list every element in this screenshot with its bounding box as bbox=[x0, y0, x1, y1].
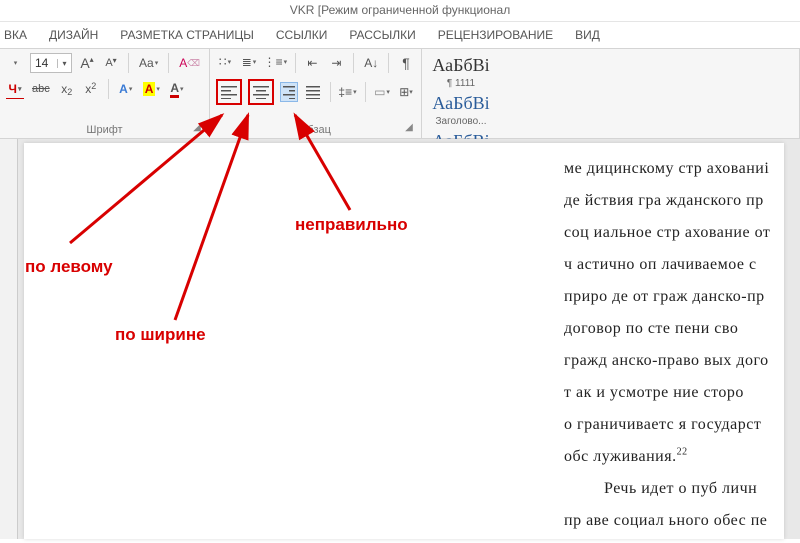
strikethrough-button[interactable]: abc bbox=[30, 79, 52, 99]
paragraph-dialog-launcher[interactable]: ◢ bbox=[403, 122, 415, 134]
shrink-font-button[interactable]: A▾ bbox=[102, 53, 120, 73]
title-bar: VKR [Режим ограниченной функционал bbox=[0, 0, 800, 22]
tab-vka[interactable]: ВКА bbox=[4, 28, 27, 42]
font-color-button[interactable]: A▾ bbox=[168, 79, 186, 99]
highlight-box-left bbox=[216, 79, 242, 105]
bullets-button[interactable]: ∷▾ bbox=[216, 53, 234, 73]
document-text: ме дицинскому стр ахованиі де йствия гра… bbox=[564, 153, 800, 537]
grow-font-button[interactable]: A▴ bbox=[78, 53, 96, 73]
shading-button[interactable]: ▭▾ bbox=[373, 82, 391, 102]
tab-page-layout[interactable]: РАЗМЕТКА СТРАНИЦЫ bbox=[120, 28, 254, 42]
tab-design[interactable]: ДИЗАЙН bbox=[49, 28, 98, 42]
highlight-button[interactable]: A▾ bbox=[141, 79, 162, 99]
show-paragraph-marks-button[interactable]: ¶ bbox=[397, 53, 415, 73]
ribbon: ▾ 14 ▾ A▴ A▾ Aa▾ A⌫ Ч▾ abc x2 x2 A▾ A▾ bbox=[0, 49, 800, 139]
group-paragraph: ∷▾ ≣▾ ⋮≡▾ ⇤ ⇥ A↓ ¶ bbox=[210, 49, 422, 138]
tab-view[interactable]: ВИД bbox=[575, 28, 600, 42]
line-spacing-button[interactable]: ‡≡▾ bbox=[339, 82, 357, 102]
borders-button[interactable]: ⊞▾ bbox=[397, 82, 415, 102]
align-justify-button[interactable] bbox=[304, 82, 322, 102]
increase-indent-button[interactable]: ⇥ bbox=[327, 53, 345, 73]
align-right-button[interactable] bbox=[280, 82, 298, 102]
group-font: ▾ 14 ▾ A▴ A▾ Aa▾ A⌫ Ч▾ abc x2 x2 A▾ A▾ bbox=[0, 49, 210, 138]
align-justify-icon bbox=[306, 85, 320, 99]
chevron-down-icon[interactable]: ▾ bbox=[57, 59, 71, 68]
decrease-indent-button[interactable]: ⇤ bbox=[303, 53, 321, 73]
align-left-icon bbox=[221, 85, 237, 99]
group-label-font: Шрифт ◢ bbox=[6, 122, 203, 136]
style-heading1[interactable]: АаБбВі Заголово... bbox=[426, 91, 496, 129]
superscript-button[interactable]: x2 bbox=[82, 79, 100, 99]
document-area: ме дицинскому стр ахованиі де йствия гра… bbox=[0, 139, 800, 539]
font-size-combo[interactable]: 14 ▾ bbox=[30, 53, 72, 73]
tab-mailings[interactable]: РАССЫЛКИ bbox=[349, 28, 415, 42]
tab-references[interactable]: ССЫЛКИ bbox=[276, 28, 327, 42]
underline-button[interactable]: Ч▾ bbox=[6, 79, 24, 99]
sort-button[interactable]: A↓ bbox=[362, 53, 380, 73]
group-label-paragraph: Абзац ◢ bbox=[216, 122, 415, 136]
font-dialog-launcher[interactable]: ◢ bbox=[191, 122, 203, 134]
page[interactable]: ме дицинскому стр ахованиі де йствия гра… bbox=[24, 143, 784, 539]
group-styles: АаБбВі ¶ 1111 АаБбВі Заголово... АаБбВі … bbox=[422, 49, 800, 138]
align-center-icon bbox=[253, 85, 269, 99]
ribbon-tabs: ВКА ДИЗАЙН РАЗМЕТКА СТРАНИЦЫ ССЫЛКИ РАСС… bbox=[0, 22, 800, 49]
window-title: VKR [Режим ограниченной функционал bbox=[290, 3, 510, 17]
style-1111[interactable]: АаБбВі ¶ 1111 bbox=[426, 53, 496, 91]
text-effects-button[interactable]: A▾ bbox=[117, 79, 135, 99]
font-size-value[interactable]: 14 bbox=[31, 56, 57, 70]
align-left-button[interactable] bbox=[219, 82, 239, 102]
highlight-box-justify bbox=[248, 79, 274, 105]
align-right-icon bbox=[283, 85, 295, 99]
change-case-button[interactable]: Aa▾ bbox=[137, 53, 160, 73]
vertical-ruler[interactable] bbox=[0, 139, 18, 539]
tab-review[interactable]: РЕЦЕНЗИРОВАНИЕ bbox=[438, 28, 553, 42]
subscript-button[interactable]: x2 bbox=[58, 79, 76, 99]
align-center-button[interactable] bbox=[251, 82, 271, 102]
font-family-dropdown[interactable]: ▾ bbox=[6, 53, 24, 73]
numbering-button[interactable]: ≣▾ bbox=[240, 53, 258, 73]
clear-formatting-button[interactable]: A⌫ bbox=[177, 53, 202, 73]
multilevel-list-button[interactable]: ⋮≡▾ bbox=[264, 53, 287, 73]
